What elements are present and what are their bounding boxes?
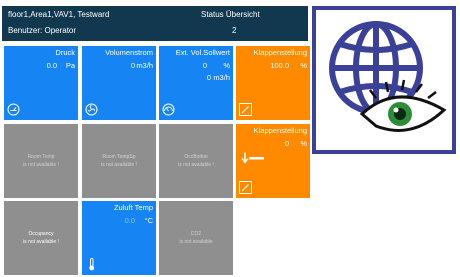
- tile-title: Ext. Vol.Sollwert: [175, 48, 230, 57]
- globe-eye-icon: [329, 21, 447, 132]
- tile-status: is not available !: [23, 239, 59, 245]
- tile-value: 0: [130, 61, 135, 70]
- status-header: floor1,Area1,VAV1, Testward Benutzer: Op…: [2, 6, 308, 41]
- tile-unit-2: m3/h: [213, 73, 230, 82]
- tile-zuluft-temp[interactable]: Zuluft Temp 0.0 °C: [82, 201, 156, 275]
- tile-value: 0: [202, 61, 207, 70]
- damper-edit-icon[interactable]: [239, 103, 252, 116]
- tile-value: 100.0: [270, 61, 289, 70]
- tile-status: is not available !: [23, 162, 59, 168]
- tile-value-2: 0: [206, 73, 211, 82]
- tile-room-temp: Room Temp is not available !: [4, 124, 78, 198]
- status-count: 2: [232, 26, 237, 35]
- tile-value: 0.0: [46, 61, 57, 70]
- tile-unit: Pa: [65, 61, 75, 70]
- tile-value: 0: [284, 139, 289, 148]
- globe-eye-logo: [312, 6, 456, 154]
- tile-ext-sollwert[interactable]: Ext. Vol.Sollwert 0 % 0 m3/h: [159, 46, 233, 120]
- tile-value: 0.0: [124, 216, 135, 225]
- fan-icon: [85, 103, 98, 116]
- tile-unit: m3/h: [136, 61, 153, 70]
- tile-klappenstellung-2[interactable]: Klappenstellung 0 %: [236, 124, 310, 198]
- tile-label: Room Temp: [27, 154, 55, 160]
- tile-co2: CO2 is not available: [159, 201, 233, 275]
- hvac-status-screen: floor1,Area1,VAV1, Testward Benutzer: Op…: [0, 0, 460, 277]
- tile-status: is not available !: [178, 162, 214, 168]
- tile-status: is not available: [179, 239, 213, 245]
- tile-room-temp-sp: Room TempSp is not available !: [82, 124, 156, 198]
- tile-title: Volumenstrom: [105, 48, 153, 57]
- tile-klappenstellung-1[interactable]: Klappenstellung 100.0 %: [236, 46, 310, 120]
- tile-volumenstrom[interactable]: Volumenstrom 0 m3/h: [82, 46, 156, 120]
- tile-label: Occupancy: [28, 231, 54, 237]
- user-label: Benutzer: Operator: [8, 26, 77, 35]
- tile-title: Zuluft Temp: [113, 203, 153, 212]
- thermometer-icon: [89, 258, 95, 271]
- tile-unit: °C: [144, 216, 153, 225]
- tile-label: OccButton: [184, 154, 208, 160]
- tile-title: Klappenstellung: [253, 48, 307, 57]
- device-path: floor1,Area1,VAV1, Testward: [8, 10, 110, 19]
- page-title: Status Übersicht: [201, 10, 260, 19]
- logo-canvas: [316, 10, 452, 150]
- tile-druck[interactable]: Druck 0.0 Pa: [4, 46, 78, 120]
- tile-occupancy: Occupancy is not available !: [4, 201, 78, 275]
- damper-edit-icon[interactable]: [239, 181, 252, 194]
- dial-icon: [162, 103, 175, 116]
- tile-title: Klappenstellung: [253, 126, 307, 135]
- gauge-icon: [7, 103, 20, 116]
- damper-arrow-icon: [241, 152, 264, 164]
- tile-label: CO2: [190, 231, 202, 237]
- tile-unit: %: [300, 139, 307, 148]
- tile-label: Room TempSp: [102, 154, 136, 160]
- tile-unit: %: [300, 61, 307, 70]
- tile-status: is not available !: [101, 162, 137, 168]
- tile-unit: %: [223, 61, 230, 70]
- tile-title: Druck: [55, 48, 75, 57]
- tile-occ-button: OccButton is not available !: [159, 124, 233, 198]
